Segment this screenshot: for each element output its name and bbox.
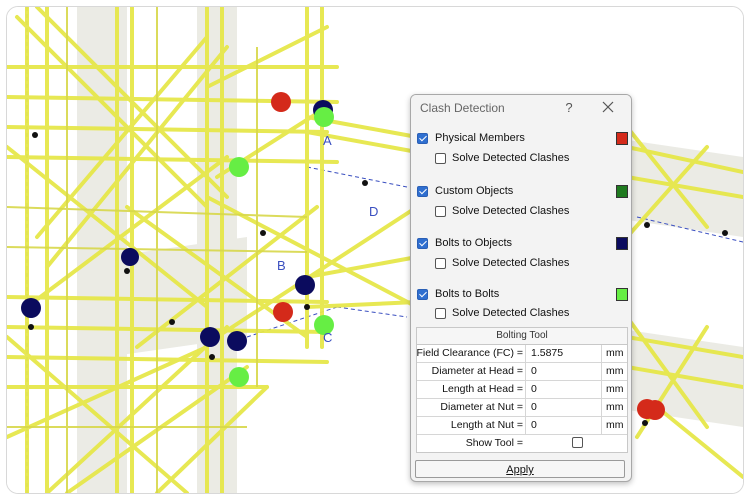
diameter-at-nut-label: Diameter at Nut = [440,401,523,413]
custom-objects-row[interactable]: Custom Objects [415,184,628,202]
custom-objects-label: Custom Objects [435,185,514,197]
custom-objects-checkbox[interactable] [417,186,428,197]
apply-button[interactable]: Apply [415,460,625,478]
bolts-to-bolts-color-swatch[interactable] [616,288,628,301]
dialog-titlebar[interactable]: Clash Detection ? [411,95,631,121]
bolting-tool-panel: Bolting Tool Field Clearance (FC) = 1.58… [416,327,628,453]
custom-objects-solve-label: Solve Detected Clashes [452,205,570,217]
grid-label-d: D [369,204,379,219]
close-icon[interactable] [599,98,617,116]
clash-marker-physical [273,302,293,322]
diameter-at-head-label: Diameter at Head = [431,365,523,377]
clash-marker-bolts [21,298,41,318]
custom-objects-color-swatch[interactable] [616,185,628,198]
physical-members-checkbox[interactable] [417,133,428,144]
length-at-head-label: Length at Head = [442,383,523,395]
length-at-nut-input[interactable]: 0 [525,417,595,434]
dialog-title: Clash Detection [420,101,505,115]
bolts-to-objects-solve-row[interactable]: Solve Detected Clashes [415,256,627,274]
field-clearance-row: Field Clearance (FC) = 1.5875 mm [417,345,627,363]
physical-members-label: Physical Members [435,132,525,144]
diameter-at-head-input[interactable]: 0 [525,363,595,380]
section-bolts-to-bolts: Bolts to Bolts Solve Detected Clashes [415,281,628,329]
bolts-to-objects-solve-label: Solve Detected Clashes [452,257,570,269]
show-tool-label: Show Tool = [465,437,523,449]
field-clearance-label: Field Clearance (FC) = [416,347,524,359]
show-tool-row: Show Tool = [417,435,627,454]
length-at-head-unit: mm [601,381,627,398]
section-physical-members: Physical Members Solve Detected Clashes [415,125,628,173]
clash-marker-physical [645,400,665,420]
bolts-to-bolts-solve-label: Solve Detected Clashes [452,307,570,319]
clash-marker-custom [229,157,249,177]
length-at-head-row: Length at Head = 0 mm [417,381,627,399]
bolts-to-bolts-solve-row[interactable]: Solve Detected Clashes [415,306,627,324]
help-button[interactable]: ? [561,99,577,117]
length-at-nut-unit: mm [601,417,627,434]
custom-objects-solve-row[interactable]: Solve Detected Clashes [415,204,627,222]
clash-marker-custom [229,367,249,387]
diameter-at-nut-input[interactable]: 0 [525,399,595,416]
physical-members-color-swatch[interactable] [616,132,628,145]
show-tool-checkbox[interactable] [572,437,583,448]
physical-members-row[interactable]: Physical Members [415,131,628,149]
grid-label-c: C [323,330,333,345]
bolts-to-bolts-row[interactable]: Bolts to Bolts [415,287,628,305]
diameter-at-nut-unit: mm [601,399,627,416]
physical-members-solve-label: Solve Detected Clashes [452,152,570,164]
app-frame: A B C D Clash Detection ? Physical Membe… [6,6,744,494]
clash-marker-physical [271,92,291,112]
bolts-to-bolts-solve-checkbox[interactable] [435,308,446,319]
field-clearance-input[interactable]: 1.5875 [525,345,595,362]
diameter-at-head-row: Diameter at Head = 0 mm [417,363,627,381]
bolts-to-bolts-checkbox[interactable] [417,289,428,300]
bolts-to-objects-color-swatch[interactable] [616,237,628,250]
bolts-to-objects-solve-checkbox[interactable] [435,258,446,269]
bolts-to-objects-row[interactable]: Bolts to Objects [415,236,628,254]
clash-marker-bolts [227,331,247,351]
length-at-nut-row: Length at Nut = 0 mm [417,417,627,435]
length-at-nut-label: Length at Nut = [450,419,523,431]
diameter-at-head-unit: mm [601,363,627,380]
length-at-head-input[interactable]: 0 [525,381,595,398]
clash-marker-bolts [295,275,315,295]
physical-members-solve-checkbox[interactable] [435,153,446,164]
custom-objects-solve-checkbox[interactable] [435,206,446,217]
diameter-at-nut-row: Diameter at Nut = 0 mm [417,399,627,417]
section-bolts-to-objects: Bolts to Objects Solve Detected Clashes [415,230,628,278]
grid-label-b: B [277,258,286,273]
model-viewport[interactable] [7,7,743,493]
bolts-to-objects-label: Bolts to Objects [435,237,513,249]
field-clearance-unit: mm [601,345,627,362]
clash-marker-bolts [200,327,220,347]
clash-detection-dialog: Clash Detection ? Physical Members Solve… [410,94,632,482]
bolting-tool-title: Bolting Tool [417,328,627,345]
clash-marker-bolts [121,248,139,266]
section-custom-objects: Custom Objects Solve Detected Clashes [415,178,628,226]
physical-members-solve-row[interactable]: Solve Detected Clashes [415,151,627,169]
grid-label-a: A [323,133,332,148]
clash-marker-custom [314,107,334,127]
bolts-to-bolts-label: Bolts to Bolts [435,288,500,300]
bolts-to-objects-checkbox[interactable] [417,238,428,249]
